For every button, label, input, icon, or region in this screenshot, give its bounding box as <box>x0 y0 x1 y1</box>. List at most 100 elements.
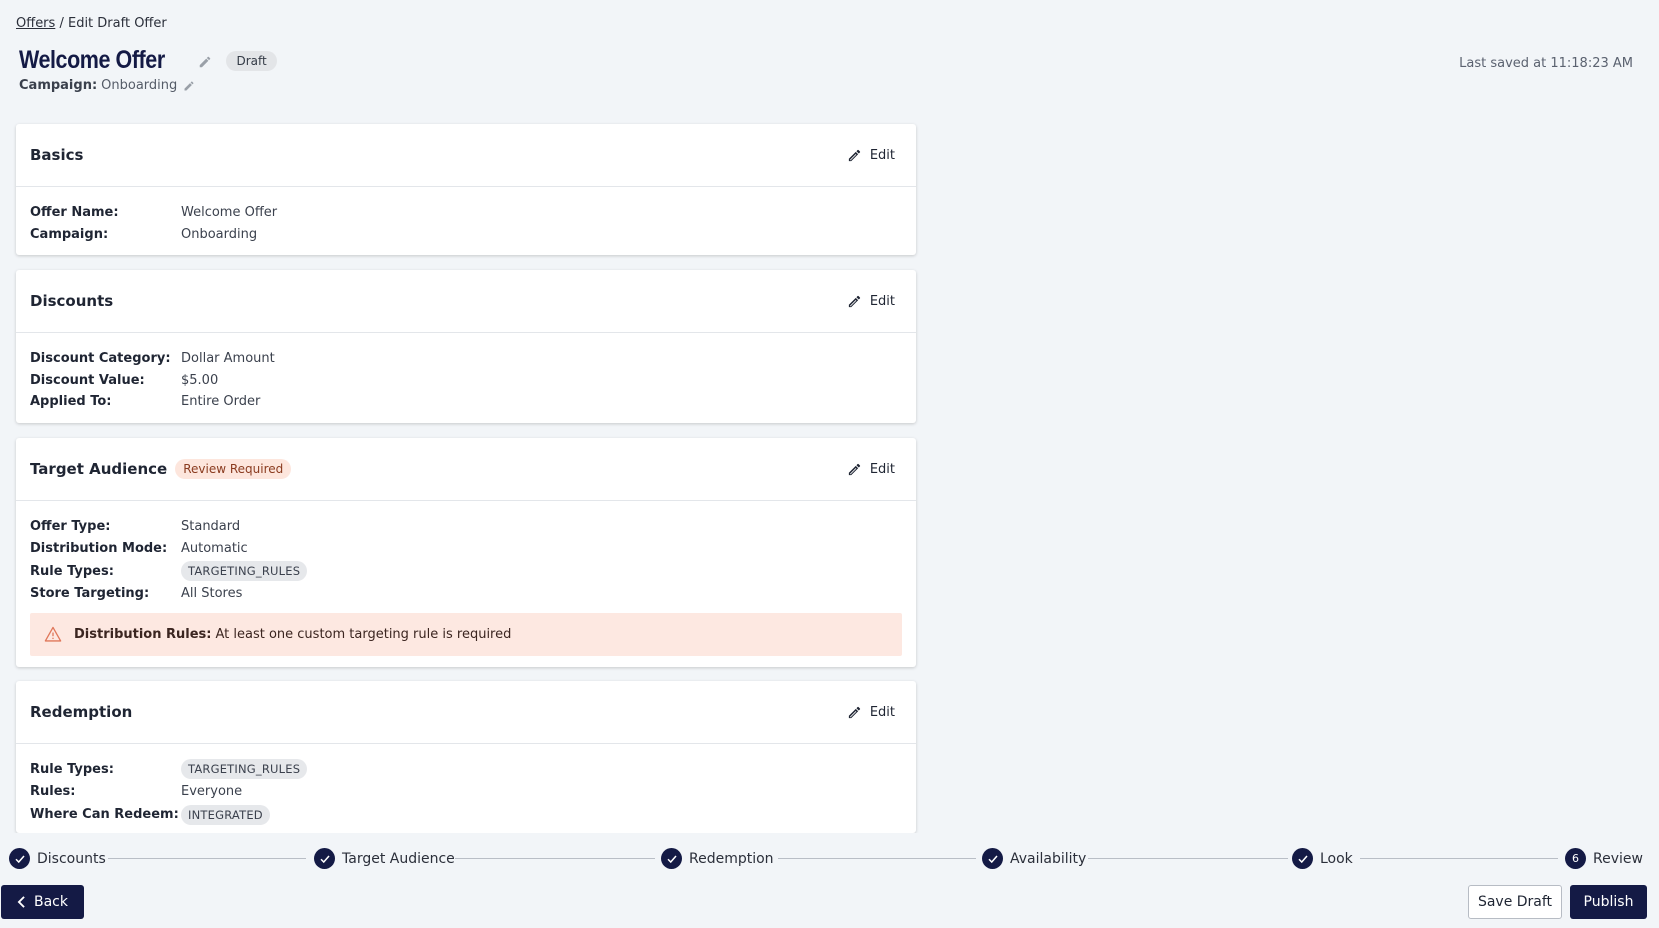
progress-stepper: Discounts Target Audience Redemption Ava… <box>0 833 1659 885</box>
save-draft-button[interactable]: Save Draft <box>1468 885 1562 919</box>
field-value: Standard <box>181 519 241 535</box>
discounts-edit-button[interactable]: Edit <box>847 294 895 309</box>
field-row: Distribution Mode: Automatic <box>30 538 902 560</box>
field-row: Rules: Everyone <box>30 781 902 803</box>
basics-edit-button[interactable]: Edit <box>847 148 895 163</box>
step-label: Target Audience <box>342 850 455 867</box>
check-icon <box>1292 848 1313 869</box>
back-button[interactable]: Back <box>1 885 84 919</box>
discounts-card-body: Discount Category: Dollar Amount Discount… <box>16 333 916 423</box>
check-icon <box>982 848 1003 869</box>
field-row: Offer Name: Welcome Offer <box>30 202 902 224</box>
back-label: Back <box>34 894 68 910</box>
pencil-icon <box>848 463 860 475</box>
basics-card-body: Offer Name: Welcome Offer Campaign: Onboar… <box>16 187 916 255</box>
distribution-rules-alert: Distribution Rules: At least one custom … <box>30 612 902 656</box>
title-row: Welcome Offer Draft <box>19 46 277 75</box>
step-target-audience[interactable]: Target Audience <box>314 848 455 869</box>
edit-label: Edit <box>869 461 895 477</box>
step-review[interactable]: 6 Review <box>1565 848 1643 869</box>
field-value: Dollar Amount <box>181 351 275 367</box>
field-row: Rule Types: TARGETING_RULES <box>30 559 902 583</box>
redemption-card-header: Redemption Edit <box>16 681 916 744</box>
discounts-card-title: Discounts <box>30 292 114 310</box>
field-row: Store Targeting: All Stores <box>30 583 902 605</box>
field-row: Campaign: Onboarding <box>30 224 902 246</box>
basics-card-header: Basics Edit <box>16 124 916 187</box>
step-label: Review <box>1593 850 1643 867</box>
redemption-card-title: Redemption <box>30 703 133 721</box>
rule-type-chip: TARGETING_RULES <box>181 561 308 581</box>
redemption-card: Redemption Edit Rule Types: TARGETING_RUL… <box>16 681 916 833</box>
basics-card-title: Basics <box>30 146 84 164</box>
target-audience-card-title: Target Audience Review Required <box>30 459 292 479</box>
step-connector <box>455 858 655 859</box>
basics-card: Basics Edit Offer Name: Welcome Offer Cam… <box>16 124 916 255</box>
publish-button[interactable]: Publish <box>1570 885 1647 919</box>
field-label: Store Targeting: <box>30 586 150 602</box>
campaign-value: Onboarding <box>101 78 178 93</box>
field-value: Onboarding <box>181 226 258 242</box>
field-label: Distribution Mode: <box>30 540 168 556</box>
edit-title-pencil-icon[interactable] <box>198 54 212 68</box>
pencil-icon <box>848 149 860 161</box>
step-number: 6 <box>1565 848 1586 869</box>
field-label: Where Can Redeem: <box>30 807 179 822</box>
breadcrumb-separator: / <box>59 16 64 31</box>
field-label: Offer Name: <box>30 205 119 221</box>
field-value: Everyone <box>181 784 243 800</box>
step-availability[interactable]: Availability <box>982 848 1086 869</box>
edit-label: Edit <box>869 704 895 720</box>
step-connector <box>1088 858 1288 859</box>
field-label: Campaign: <box>30 226 109 242</box>
check-icon <box>314 848 335 869</box>
target-audience-card-body: Offer Type: Standard Distribution Mode: Au… <box>16 501 916 666</box>
redemption-edit-button[interactable]: Edit <box>847 705 895 720</box>
chevron-left-icon <box>17 896 25 908</box>
rule-type-chip: TARGETING_RULES <box>181 759 308 779</box>
discounts-card-header: Discounts Edit <box>16 270 916 333</box>
breadcrumb-current: Edit Draft Offer <box>67 16 167 31</box>
edit-label: Edit <box>869 293 895 309</box>
step-connector <box>778 858 976 859</box>
field-label: Rule Types: <box>30 563 114 579</box>
warning-triangle-icon <box>44 626 62 642</box>
breadcrumb: Offers / Edit Draft Offer <box>16 16 167 31</box>
field-row: Offer Type: Standard <box>30 516 902 538</box>
field-value: Entire Order <box>181 394 261 410</box>
alert-label: Distribution Rules: <box>74 626 212 642</box>
review-required-badge: Review Required <box>175 459 292 479</box>
field-row: Discount Category: Dollar Amount <box>30 348 902 370</box>
last-saved-text: Last saved at 11:18:23 AM <box>1459 56 1633 71</box>
field-row: Discount Value: $5.00 <box>30 370 902 392</box>
redemption-card-body: Rule Types: TARGETING_RULES Rules: Everyon… <box>16 744 916 837</box>
field-label: Offer Type: <box>30 519 111 535</box>
check-icon <box>9 848 30 869</box>
step-discounts[interactable]: Discounts <box>9 848 106 869</box>
field-label: Rules: <box>30 784 76 800</box>
field-value: Welcome Offer <box>181 205 278 221</box>
target-audience-title-text: Target Audience <box>30 460 168 478</box>
pencil-icon <box>848 706 860 718</box>
breadcrumb-link-offers[interactable]: Offers <box>16 16 55 31</box>
redeem-location-chip: INTEGRATED <box>181 804 270 825</box>
step-redemption[interactable]: Redemption <box>661 848 774 869</box>
field-label: Applied To: <box>30 394 112 410</box>
field-label: Discount Category: <box>30 351 171 367</box>
campaign-label: Campaign: <box>19 78 98 93</box>
target-audience-edit-button[interactable]: Edit <box>847 462 895 477</box>
field-value: $5.00 <box>181 372 219 388</box>
discounts-card: Discounts Edit Discount Category: Dollar … <box>16 270 916 423</box>
campaign-row: Campaign: Onboarding <box>19 78 195 93</box>
field-row: Where Can Redeem: INTEGRATED <box>30 803 902 827</box>
alert-text: At least one custom targeting rule is re… <box>215 626 512 642</box>
edit-campaign-pencil-icon[interactable] <box>183 80 195 92</box>
step-look[interactable]: Look <box>1292 848 1353 869</box>
edit-label: Edit <box>869 147 895 163</box>
field-value: All Stores <box>181 586 243 602</box>
field-label: Discount Value: <box>30 372 145 388</box>
step-label: Redemption <box>689 850 774 867</box>
pencil-icon <box>848 295 860 307</box>
field-row: Applied To: Entire Order <box>30 391 902 413</box>
step-connector <box>108 858 306 859</box>
